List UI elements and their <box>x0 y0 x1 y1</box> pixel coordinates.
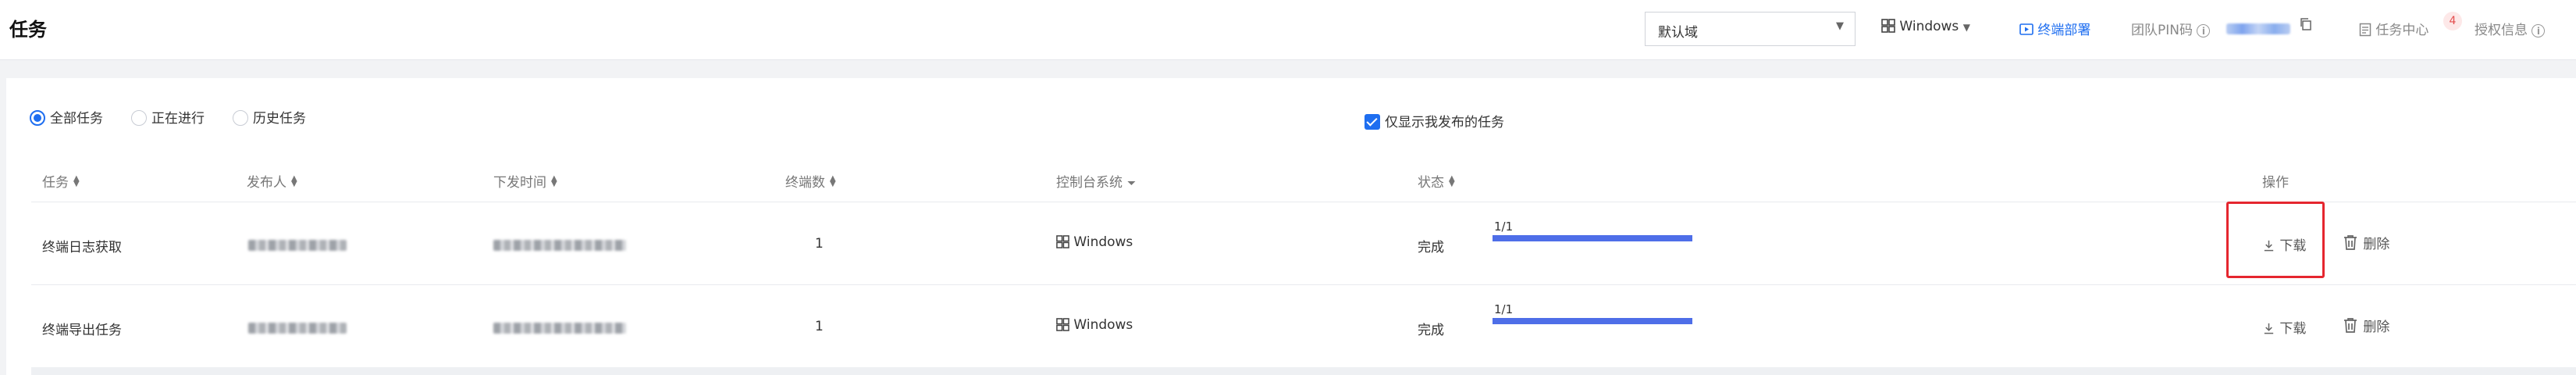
download-icon <box>2264 323 2274 334</box>
trash-icon <box>2344 318 2357 333</box>
os-select[interactable]: Windows ▼ <box>1881 19 1970 34</box>
delete-button[interactable]: 删除 <box>2342 316 2389 335</box>
terminal-count: 1 <box>815 236 824 252</box>
delete-label: 删除 <box>2363 237 2390 252</box>
radio-checked-icon <box>30 110 45 126</box>
info-icon[interactable]: i <box>2197 24 2211 38</box>
progress-bar <box>1493 318 1692 324</box>
sort-icon: ▲ ▼ <box>551 174 557 188</box>
radio-label: 历史任务 <box>253 111 306 127</box>
progress-bar <box>1493 235 1692 241</box>
sort-icon: ▲ ▼ <box>830 174 836 188</box>
license-info-label: 授权信息 <box>2475 23 2528 38</box>
windows-icon <box>1056 235 1069 248</box>
team-pin: 团队PIN码 i <box>2131 19 2211 38</box>
copy-icon[interactable] <box>2299 17 2313 35</box>
terminal-count: 1 <box>815 319 824 334</box>
highlight-box <box>2226 202 2325 278</box>
terminal-deploy-label: 终端部署 <box>2037 23 2091 38</box>
chevron-down-icon: ▼ <box>1836 20 1844 32</box>
progress-fill <box>1493 318 1692 324</box>
progress-text: 1/1 <box>1494 220 1514 234</box>
trash-icon <box>2344 235 2357 250</box>
task-center-link[interactable]: 任务中心 <box>2359 19 2428 38</box>
progress-fill <box>1493 235 1692 241</box>
sort-icon: ▲ ▼ <box>291 174 297 188</box>
console-os: Windows <box>1056 317 1133 333</box>
console-os: Windows <box>1056 234 1133 250</box>
document-icon <box>2359 23 2371 37</box>
domain-select[interactable]: 默认域 ▼ <box>1645 12 1856 46</box>
column-header-actions: 操作 <box>2262 175 2289 191</box>
chevron-down-icon: ▼ <box>1962 22 1970 33</box>
task-count-badge: 4 <box>2443 12 2462 30</box>
os-label: Windows <box>1073 317 1133 333</box>
team-pin-value-masked <box>2226 23 2290 34</box>
radio-all-tasks[interactable]: 全部任务 <box>30 107 103 127</box>
column-header-console-os[interactable]: 控制台系统 ⏷ <box>1056 171 1136 191</box>
only-mine-label: 仅显示我发布的任务 <box>1385 115 1504 130</box>
status-text: 完成 <box>1418 323 1444 338</box>
radio-icon <box>131 110 147 126</box>
dispatch-time-blurred <box>493 240 626 251</box>
domain-select-value: 默认域 <box>1658 25 1698 41</box>
column-header-task[interactable]: 任务 ▲ ▼ <box>42 171 80 191</box>
publisher-blurred <box>248 240 347 251</box>
windows-icon <box>1056 318 1069 331</box>
checkbox-checked-icon <box>1364 114 1380 130</box>
task-center-label: 任务中心 <box>2375 23 2429 38</box>
os-label: Windows <box>1073 234 1133 250</box>
task-list-card <box>6 78 2576 375</box>
delete-button[interactable]: 删除 <box>2342 233 2389 252</box>
radio-label: 正在进行 <box>151 111 205 127</box>
status-text: 完成 <box>1418 240 1444 255</box>
column-header-terminals[interactable]: 终端数 ▲ ▼ <box>785 171 836 191</box>
download-label: 下载 <box>2279 321 2307 337</box>
windows-icon <box>1881 19 1895 33</box>
filter-icon[interactable]: ⏷ <box>1127 177 1136 190</box>
row-divider <box>31 284 2576 285</box>
info-icon[interactable]: i <box>2532 24 2546 38</box>
task-name: 终端日志获取 <box>42 240 122 255</box>
monitor-play-icon <box>2019 23 2033 35</box>
progress-text: 1/1 <box>1494 302 1514 316</box>
radio-label: 全部任务 <box>50 111 103 127</box>
radio-history[interactable]: 历史任务 <box>233 107 306 127</box>
radio-in-progress[interactable]: 正在进行 <box>131 107 205 127</box>
terminal-deploy-link[interactable]: 终端部署 <box>2019 19 2090 38</box>
column-header-publisher[interactable]: 发布人 ▲ ▼ <box>247 171 297 191</box>
publisher-blurred <box>248 323 347 334</box>
sort-icon: ▲ ▼ <box>1449 174 1455 188</box>
download-button[interactable]: 下载 <box>2262 317 2306 337</box>
delete-label: 删除 <box>2363 320 2390 335</box>
table-footer <box>31 367 2576 375</box>
sort-icon: ▲ ▼ <box>73 174 80 188</box>
team-pin-label: 团队PIN码 <box>2131 23 2193 38</box>
page-title: 任务 <box>9 19 47 41</box>
license-info[interactable]: 授权信息 i <box>2475 19 2546 38</box>
task-name: 终端导出任务 <box>42 323 122 338</box>
dispatch-time-blurred <box>493 323 626 334</box>
os-select-value: Windows <box>1899 19 1959 34</box>
radio-icon <box>233 110 248 126</box>
column-header-dispatch-time[interactable]: 下发时间 ▲ ▼ <box>493 171 557 191</box>
column-header-status[interactable]: 状态 ▲ ▼ <box>1418 171 1455 191</box>
top-bar: 任务 默认域 ▼ Windows ▼ 终端部署 团队PIN码 i 任务中心 4 … <box>0 0 2576 60</box>
only-mine-checkbox[interactable]: 仅显示我发布的任务 <box>1364 111 1504 130</box>
